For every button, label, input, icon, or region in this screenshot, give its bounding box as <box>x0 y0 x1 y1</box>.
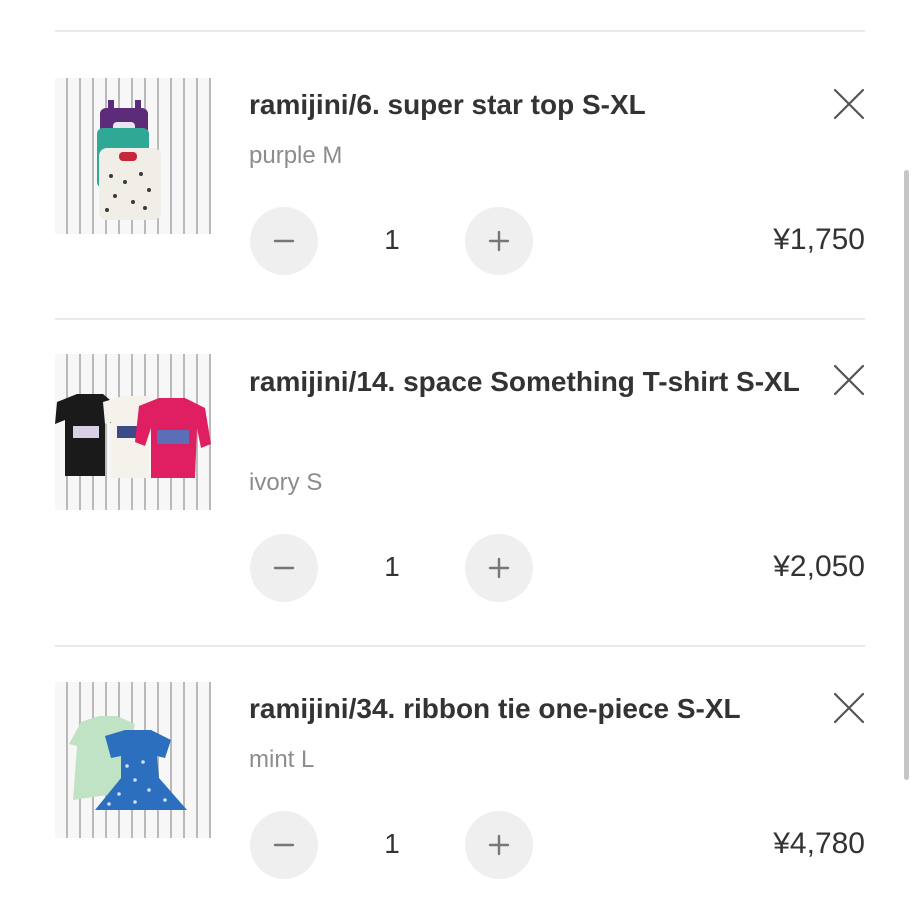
quantity-value: 1 <box>384 828 400 859</box>
product-title[interactable]: ramijini/6. super star top S-XL <box>249 80 809 130</box>
quantity-value: 1 <box>384 551 400 582</box>
close-icon <box>833 364 865 396</box>
decrease-quantity-button[interactable] <box>250 811 318 879</box>
product-variant: purple M <box>249 142 343 169</box>
increase-quantity-button[interactable] <box>465 811 533 879</box>
product-thumbnail[interactable] <box>55 682 211 838</box>
product-image <box>69 716 187 810</box>
increase-quantity-button[interactable] <box>465 534 533 602</box>
close-icon <box>833 692 865 724</box>
plus-icon <box>488 230 510 252</box>
product-variant: mint L <box>249 746 315 773</box>
product-title[interactable]: ramijini/34. ribbon tie one-piece S-XL <box>249 684 809 734</box>
item-divider <box>55 645 865 647</box>
product-thumbnail[interactable] <box>55 354 211 510</box>
top-divider <box>55 30 865 32</box>
product-title[interactable]: ramijini/14. space Something T-shirt S-X… <box>249 357 809 407</box>
remove-item-button[interactable] <box>831 86 867 122</box>
close-icon <box>833 88 865 120</box>
plus-icon <box>488 557 510 579</box>
product-image <box>55 394 211 478</box>
remove-item-button[interactable] <box>831 690 867 726</box>
product-image <box>97 100 161 220</box>
product-thumbnail[interactable] <box>55 78 211 234</box>
quantity-value: 1 <box>384 224 400 255</box>
minus-icon <box>273 843 295 847</box>
remove-item-button[interactable] <box>831 362 867 398</box>
item-price: ¥1,750 <box>773 223 865 256</box>
plus-icon <box>488 834 510 856</box>
item-price: ¥2,050 <box>773 550 865 583</box>
decrease-quantity-button[interactable] <box>250 534 318 602</box>
scrollbar[interactable] <box>904 170 909 780</box>
minus-icon <box>273 239 295 243</box>
product-variant: ivory S <box>249 469 323 496</box>
item-price: ¥4,780 <box>773 827 865 860</box>
item-divider <box>55 318 865 320</box>
increase-quantity-button[interactable] <box>465 207 533 275</box>
decrease-quantity-button[interactable] <box>250 207 318 275</box>
minus-icon <box>273 566 295 570</box>
